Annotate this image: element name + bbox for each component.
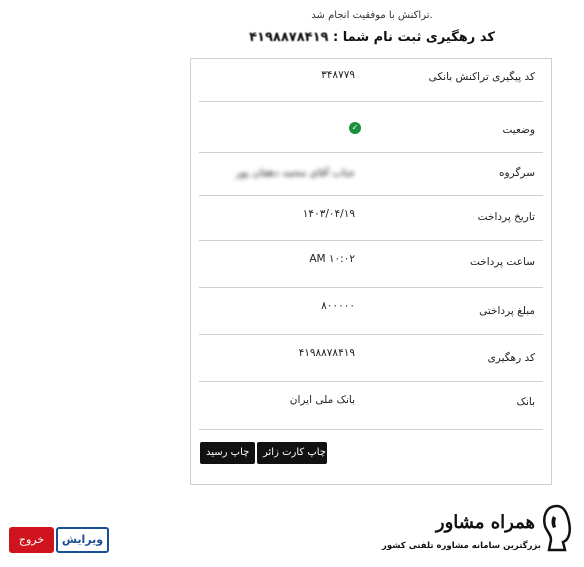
receipt-card: کد پیگیری تراکنش بانکی ۳۴۸۷۷۹ وضعیت ✓ سر… — [190, 58, 552, 485]
row-value: ۱۴۰۳/۰۴/۱۹ — [302, 208, 355, 220]
row-value: بانک ملی ایران — [289, 394, 355, 406]
logout-button[interactable]: خروج — [9, 527, 54, 553]
row-label: مبلغ پرداختی — [479, 305, 535, 317]
tracking-code: ۴۱۹۸۸۷۸۴۱۹ — [249, 30, 329, 45]
row-value: ۳۴۸۷۷۹ — [321, 69, 355, 81]
row-label: سرگروه — [499, 167, 535, 179]
row-label: تاریخ پرداخت — [477, 211, 535, 223]
phone-head-icon — [543, 504, 571, 552]
print-receipt-button[interactable]: چاپ رسید — [200, 442, 255, 464]
tracking-title: کد رهگیری ثبت نام شما : ۴۱۹۸۸۷۸۴۱۹ — [0, 30, 584, 45]
success-message: تراکنش با موفقیت انجام شد. — [311, 10, 433, 21]
receipt-row: ساعت پرداخت AM ۱۰:۰۲ — [199, 241, 543, 288]
receipt-row: تاریخ پرداخت ۱۴۰۳/۰۴/۱۹ — [199, 196, 543, 241]
row-label: ساعت پرداخت — [469, 256, 535, 268]
row-value: ۴۱۹۸۸۷۸۴۱۹ — [298, 347, 355, 359]
row-label: وضعیت — [502, 124, 535, 136]
status-check-icon: ✓ — [349, 122, 361, 134]
tracking-label: کد رهگیری ثبت نام شما : — [333, 30, 495, 45]
logo-title: همراه مشاور — [435, 512, 535, 533]
receipt-row: کد رهگیری ۴۱۹۸۸۷۸۴۱۹ — [199, 335, 543, 382]
receipt-row: بانک بانک ملی ایران — [199, 382, 543, 430]
row-label: بانک — [516, 396, 535, 408]
receipt-row: وضعیت ✓ — [199, 102, 543, 153]
receipt-row: کد پیگیری تراکنش بانکی ۳۴۸۷۷۹ — [199, 59, 543, 102]
receipt-row: سرگروه جناب آقای محمد دهقان پور — [199, 153, 543, 196]
print-visitor-card-button[interactable]: چاپ کارت زائر — [257, 442, 327, 464]
row-value: ۸۰۰۰۰۰ — [321, 300, 355, 312]
logo-subtitle: بزرگترین سامانه مشاوره تلفنی کشور — [381, 541, 541, 551]
row-label: کد پیگیری تراکنش بانکی — [428, 71, 535, 83]
row-value: جناب آقای محمد دهقان پور — [235, 167, 355, 179]
row-value: AM ۱۰:۰۲ — [309, 253, 355, 265]
company-logo: همراه مشاور بزرگترین سامانه مشاوره تلفنی… — [382, 502, 577, 560]
receipt-row: مبلغ پرداختی ۸۰۰۰۰۰ — [199, 288, 543, 335]
edit-button[interactable]: ویرایش — [56, 527, 109, 553]
row-label: کد رهگیری — [487, 352, 535, 364]
